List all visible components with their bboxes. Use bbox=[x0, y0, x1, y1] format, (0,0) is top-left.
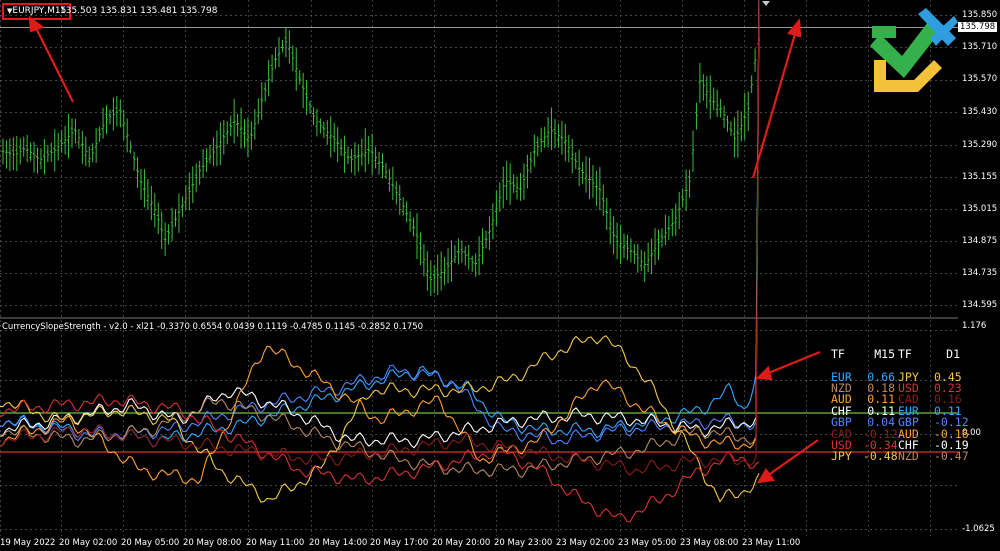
time-tick: 23 May 02:00 bbox=[556, 538, 615, 548]
strength-line bbox=[0, 335, 760, 503]
time-tick: 23 May 05:00 bbox=[618, 538, 677, 548]
price-tick: 135.570 bbox=[962, 74, 998, 84]
price-tick: 135.430 bbox=[962, 107, 998, 117]
indicator-title: CurrencySlopeStrength - v2.0 - xl21 -0.3… bbox=[2, 322, 424, 332]
price-tick: 135.850 bbox=[962, 10, 998, 20]
price-tick: 134.875 bbox=[962, 236, 998, 246]
time-tick: 19 May 2022 bbox=[0, 538, 56, 548]
time-tick: 20 May 23:00 bbox=[494, 538, 553, 548]
arrow-to-price-head bbox=[787, 18, 802, 38]
price-tick: 135.155 bbox=[962, 172, 998, 182]
currency-code: JPY bbox=[831, 449, 852, 464]
strength-line bbox=[0, 0, 760, 479]
strength-line bbox=[0, 0, 760, 445]
price-axis[interactable]: 135.850 135.798 135.710 135.570 135.430 … bbox=[956, 0, 1000, 551]
strength-line bbox=[0, 0, 760, 448]
currency-code: NZD bbox=[898, 449, 919, 464]
time-tick: 20 May 17:00 bbox=[370, 538, 429, 548]
current-price-label: 135.798 bbox=[958, 22, 998, 32]
time-tick: 20 May 14:00 bbox=[309, 538, 368, 548]
time-tick: 20 May 08:00 bbox=[183, 538, 242, 548]
arrow-to-price bbox=[751, 33, 797, 179]
arrow-to-eur-head bbox=[755, 365, 773, 381]
price-tick: 135.290 bbox=[962, 140, 998, 150]
time-tick: 23 May 11:00 bbox=[742, 538, 801, 548]
time-tick: 20 May 05:00 bbox=[121, 538, 180, 548]
currency-strength-table: TF M15 TF D1 EUR 0.66 JPY 0.45 NZD 0.18 USD 0.23 AU… bbox=[831, 326, 969, 464]
strength-value: -0.48 bbox=[863, 449, 898, 464]
indicator-tick: -1.0625 bbox=[962, 524, 995, 534]
time-tick: 20 May 20:00 bbox=[432, 538, 491, 548]
table-header: TF M15 TF D1 bbox=[831, 346, 960, 361]
time-tick: 20 May 02:00 bbox=[59, 538, 118, 548]
strength-line bbox=[0, 0, 760, 476]
price-bars bbox=[1, 25, 760, 296]
time-tick: 23 May 08:00 bbox=[680, 538, 739, 548]
symbol-text: EURJPY,M15 bbox=[12, 6, 67, 16]
arrow-to-eur bbox=[765, 350, 821, 376]
current-price-marker bbox=[762, 1, 770, 6]
arrow-to-jpy bbox=[766, 439, 819, 477]
chart-canvas[interactable] bbox=[0, 0, 1000, 551]
ohlc-readout: 135.503 135.831 135.481 135.798 bbox=[60, 6, 218, 16]
price-tick: 134.735 bbox=[962, 268, 998, 278]
time-tick: 20 May 11:00 bbox=[246, 538, 305, 548]
price-tick: 135.710 bbox=[962, 42, 998, 52]
arrow-to-symbol bbox=[35, 27, 74, 103]
price-tick: 135.015 bbox=[962, 204, 998, 214]
brand-logo-icon bbox=[870, 8, 958, 92]
indicator-tick: 1.176 bbox=[962, 321, 987, 331]
strength-value: -0.47 bbox=[934, 449, 969, 464]
price-tick: 134.595 bbox=[962, 300, 998, 310]
time-axis[interactable]: 19 May 2022 20 May 02:00 20 May 05:00 20… bbox=[0, 536, 960, 551]
table-row: JPY -0.48NZD -0.47 bbox=[831, 449, 969, 464]
arrow-to-jpy-head bbox=[756, 467, 775, 484]
